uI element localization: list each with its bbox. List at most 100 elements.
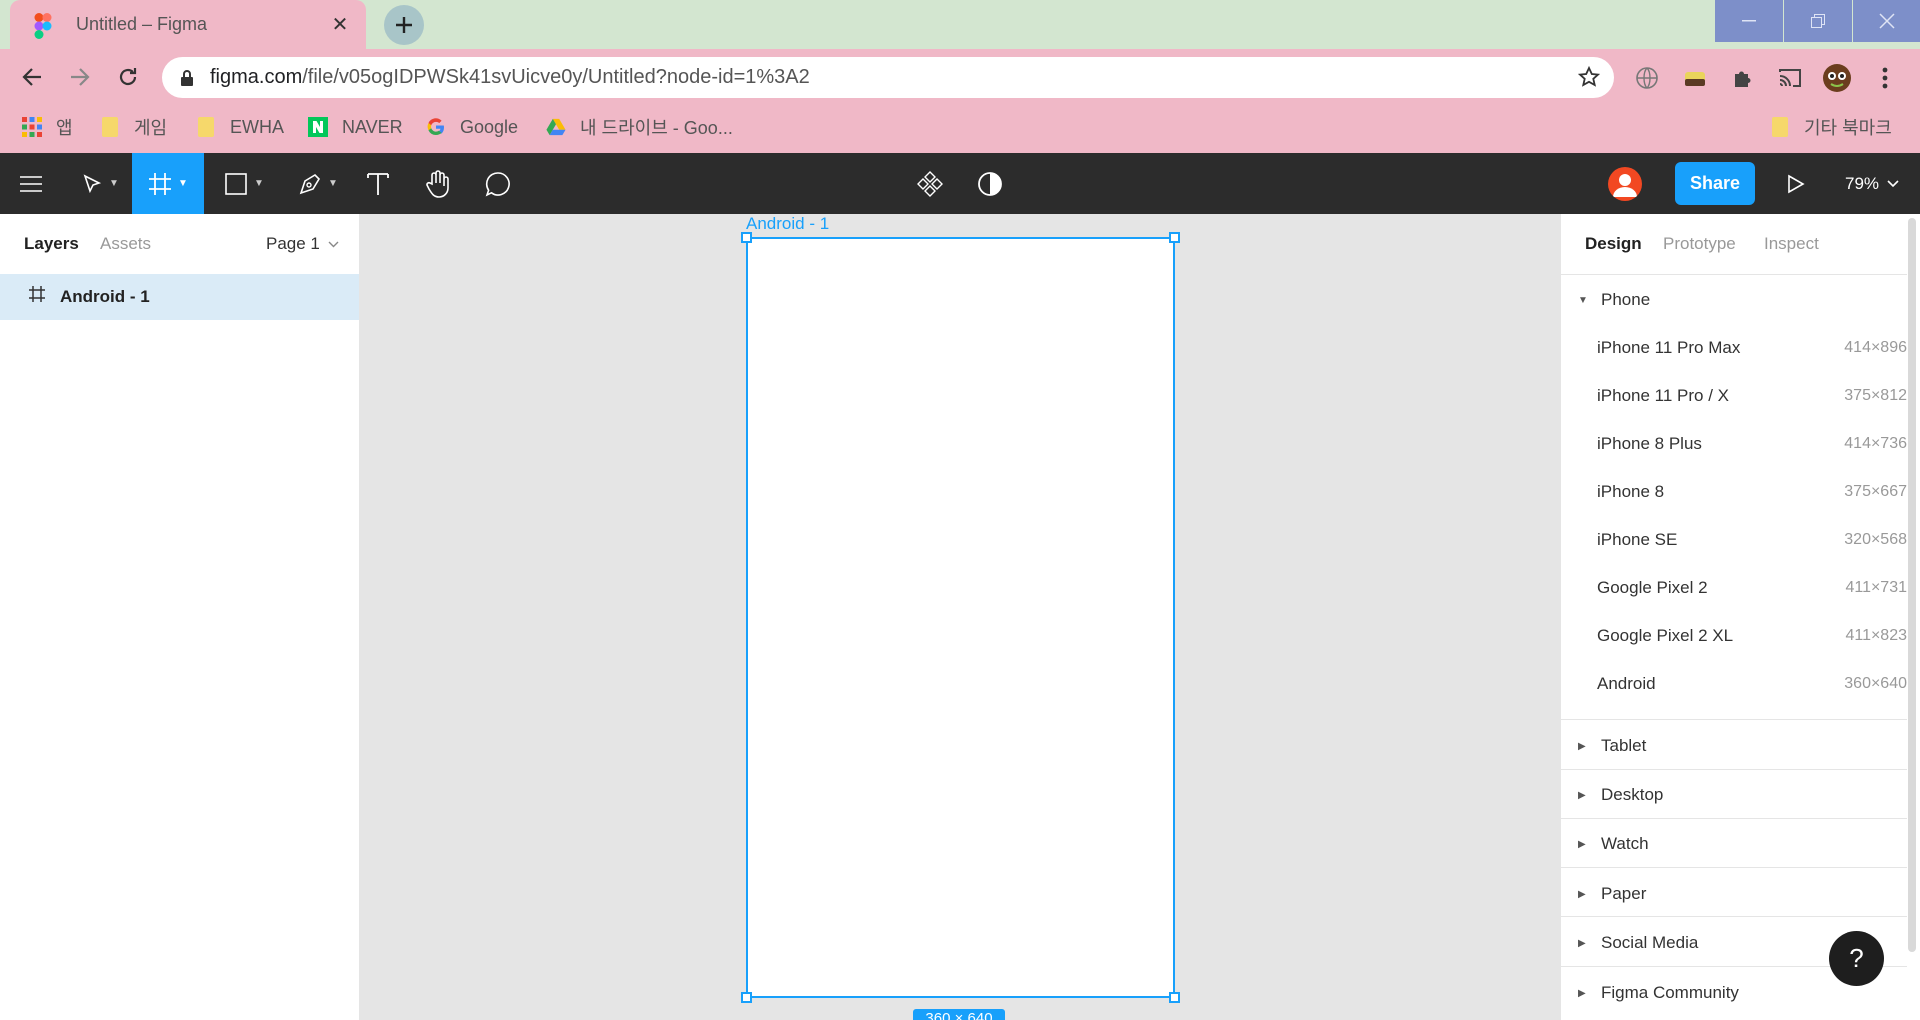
device-name: iPhone SE bbox=[1597, 530, 1678, 549]
mask-button[interactable] bbox=[968, 153, 1012, 214]
bookmark-apps[interactable]: 앱 bbox=[22, 114, 73, 140]
user-icon bbox=[1613, 174, 1637, 197]
bookmark-label: 게임 bbox=[134, 118, 168, 138]
device-preset[interactable]: iPhone SE 320×568 bbox=[1561, 517, 1907, 563]
tab-prototype[interactable]: Prototype bbox=[1663, 234, 1736, 254]
browser-tab[interactable]: Untitled – Figma ✕ bbox=[10, 0, 366, 49]
caret-right-icon: ▶ bbox=[1578, 740, 1586, 752]
address-bar[interactable]: figma.com/file/v05ogIDPWSk41svUicve0y/Un… bbox=[162, 57, 1614, 98]
section-label: Figma Community bbox=[1601, 983, 1739, 1002]
device-preset[interactable]: iPhone 8 375×667 bbox=[1561, 469, 1907, 515]
lock-icon bbox=[181, 69, 193, 86]
bookmark-google[interactable]: Google bbox=[426, 114, 518, 140]
extension-plant-icon[interactable] bbox=[1680, 63, 1710, 93]
device-size: 360×640 bbox=[1844, 675, 1907, 692]
device-name: iPhone 11 Pro Max bbox=[1597, 338, 1741, 357]
left-panel: Layers Assets Page 1 Android - 1 bbox=[0, 214, 360, 1020]
user-avatar[interactable] bbox=[1608, 167, 1642, 201]
reload-button[interactable] bbox=[110, 59, 146, 95]
chevron-down-icon: ▼ bbox=[254, 178, 264, 189]
bookmark-games[interactable]: 게임 bbox=[100, 114, 167, 140]
bookmark-label: 내 드라이브 - Goo... bbox=[580, 118, 733, 138]
android-frame[interactable] bbox=[746, 237, 1175, 998]
shape-tool[interactable]: ▼ bbox=[216, 153, 272, 214]
resize-handle-top-left[interactable] bbox=[741, 232, 752, 243]
frame-label[interactable]: Android - 1 bbox=[746, 214, 829, 234]
section-label: Phone bbox=[1601, 290, 1651, 309]
comment-tool[interactable] bbox=[476, 153, 520, 214]
folder-icon bbox=[1770, 117, 1790, 137]
resize-handle-bottom-left[interactable] bbox=[741, 992, 752, 1003]
device-preset[interactable]: Google Pixel 2 411×731 bbox=[1561, 565, 1907, 611]
right-panel-scrollbar[interactable] bbox=[1908, 218, 1916, 952]
text-icon bbox=[367, 172, 389, 195]
device-size: 320×568 bbox=[1844, 531, 1907, 548]
cast-icon[interactable] bbox=[1775, 63, 1805, 93]
restore-button[interactable] bbox=[1784, 0, 1852, 42]
chevron-down-icon: ▼ bbox=[109, 178, 119, 189]
puzzle-icon[interactable] bbox=[1728, 63, 1758, 93]
page-selector[interactable]: Page 1 bbox=[266, 234, 339, 254]
minimize-button[interactable] bbox=[1715, 0, 1783, 42]
star-icon[interactable] bbox=[1578, 66, 1600, 88]
section-tablet[interactable]: ▶ Tablet bbox=[1561, 723, 1907, 769]
browser-tab-strip: Untitled – Figma ✕ bbox=[0, 0, 1920, 49]
apps-grid-icon bbox=[22, 117, 42, 137]
close-icon[interactable]: ✕ bbox=[328, 13, 352, 37]
layer-row[interactable]: Android - 1 bbox=[0, 274, 359, 320]
section-paper[interactable]: ▶ Paper bbox=[1561, 871, 1907, 917]
text-tool[interactable] bbox=[358, 153, 398, 214]
frame-tool[interactable]: ▼ bbox=[132, 153, 204, 214]
url-text: figma.com/file/v05ogIDPWSk41svUicve0y/Un… bbox=[210, 66, 810, 89]
device-preset[interactable]: Android 360×640 bbox=[1561, 661, 1907, 707]
caret-right-icon: ▶ bbox=[1578, 888, 1586, 900]
bookmark-drive[interactable]: 내 드라이브 - Goo... bbox=[546, 114, 733, 140]
bookmark-label: EWHA bbox=[230, 116, 284, 137]
new-tab-button[interactable] bbox=[384, 5, 424, 45]
profile-avatar-icon[interactable] bbox=[1822, 63, 1852, 93]
device-preset[interactable]: iPhone 11 Pro Max 414×896 bbox=[1561, 325, 1907, 371]
device-name: iPhone 8 bbox=[1597, 482, 1665, 501]
minimize-icon bbox=[1742, 20, 1756, 22]
main-menu-button[interactable] bbox=[10, 153, 52, 214]
pen-tool[interactable]: ▼ bbox=[290, 153, 346, 214]
page-label: Page 1 bbox=[266, 234, 320, 253]
close-window-button[interactable] bbox=[1853, 0, 1920, 42]
share-button[interactable]: Share bbox=[1675, 162, 1755, 205]
resize-handle-top-right[interactable] bbox=[1169, 232, 1180, 243]
zoom-dropdown[interactable]: 79% bbox=[1845, 153, 1899, 214]
globe-icon[interactable] bbox=[1632, 63, 1662, 93]
component-icon bbox=[917, 170, 943, 197]
help-button[interactable]: ? bbox=[1829, 931, 1884, 986]
section-watch[interactable]: ▶ Watch bbox=[1561, 821, 1907, 867]
bookmark-ewha[interactable]: EWHA bbox=[196, 114, 284, 140]
device-preset[interactable]: Google Pixel 2 XL 411×823 bbox=[1561, 613, 1907, 659]
tab-assets[interactable]: Assets bbox=[100, 234, 151, 254]
more-vert-icon[interactable] bbox=[1870, 63, 1900, 93]
tab-layers[interactable]: Layers bbox=[24, 234, 79, 254]
move-tool[interactable]: ▼ bbox=[72, 153, 128, 214]
hand-tool[interactable] bbox=[416, 153, 460, 214]
section-label: Watch bbox=[1601, 834, 1649, 853]
back-button[interactable] bbox=[14, 59, 50, 95]
tab-inspect[interactable]: Inspect bbox=[1764, 234, 1819, 254]
resize-handle-bottom-right[interactable] bbox=[1169, 992, 1180, 1003]
tab-design[interactable]: Design bbox=[1585, 234, 1642, 254]
section-label: Paper bbox=[1601, 884, 1647, 903]
components-button[interactable] bbox=[908, 153, 952, 214]
chevron-down-icon bbox=[1887, 179, 1899, 187]
bookmark-naver[interactable]: NAVER bbox=[308, 114, 403, 140]
section-phone[interactable]: ▼ Phone bbox=[1561, 277, 1907, 323]
hand-icon bbox=[426, 169, 449, 198]
forward-button[interactable] bbox=[62, 59, 98, 95]
comment-icon bbox=[485, 171, 510, 197]
drive-icon bbox=[546, 117, 566, 137]
bookmark-other[interactable]: 기타 북마크 bbox=[1770, 114, 1892, 140]
device-size: 411×823 bbox=[1845, 627, 1907, 644]
device-preset[interactable]: iPhone 11 Pro / X 375×812 bbox=[1561, 373, 1907, 419]
present-button[interactable] bbox=[1776, 153, 1816, 214]
zoom-label: 79% bbox=[1845, 173, 1880, 193]
naver-icon bbox=[308, 117, 328, 137]
section-desktop[interactable]: ▶ Desktop bbox=[1561, 772, 1907, 818]
device-preset[interactable]: iPhone 8 Plus 414×736 bbox=[1561, 421, 1907, 467]
